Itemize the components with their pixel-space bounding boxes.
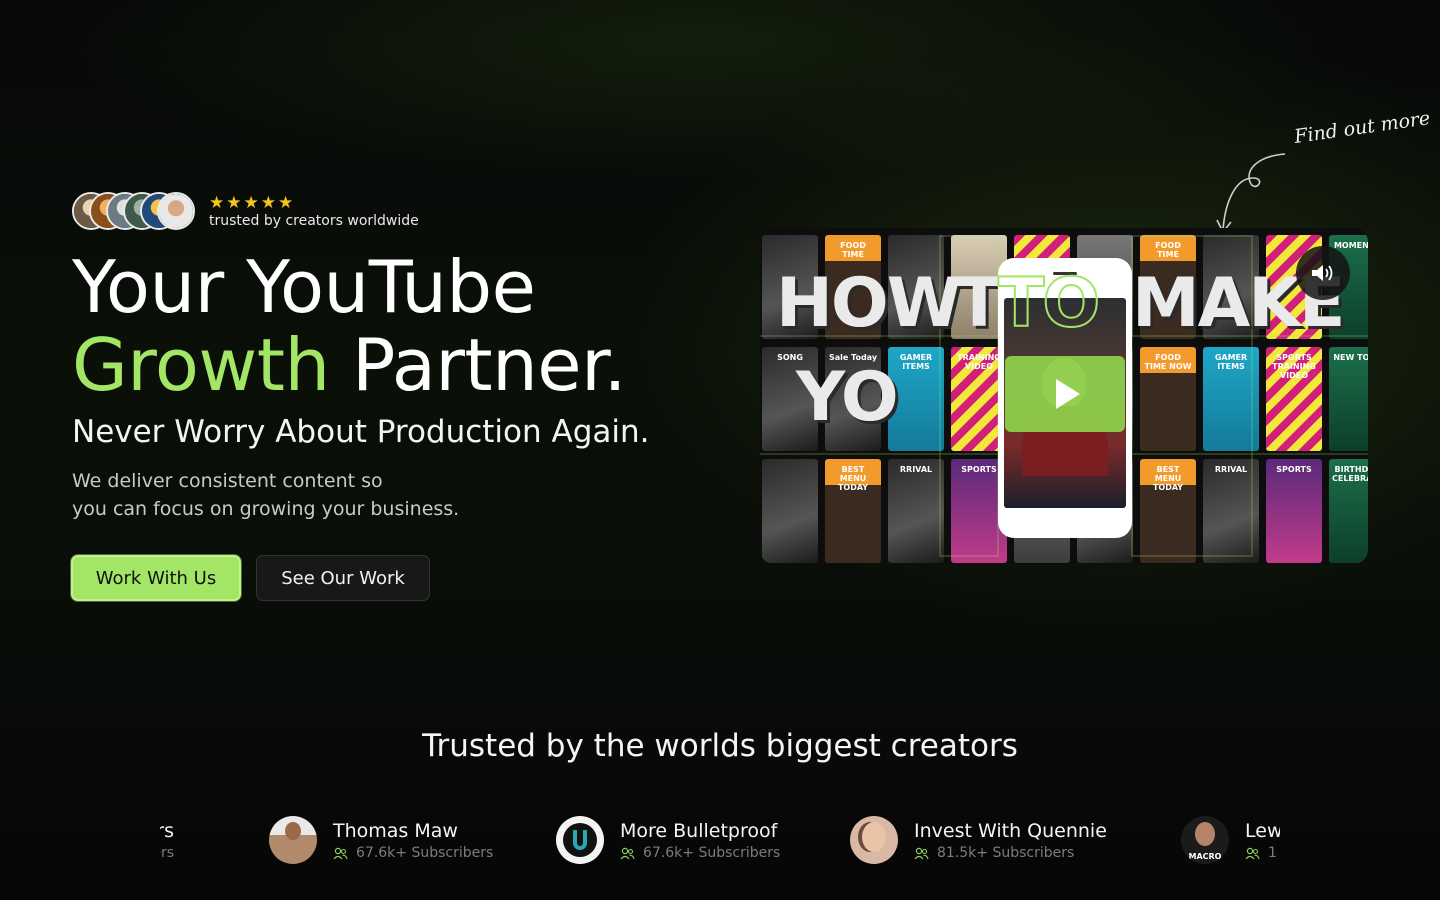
creator-card[interactable]: MACRO Lew 1 — [1181, 808, 1280, 872]
video-thumbnail-tile: GAMER ITEMS — [1203, 347, 1259, 451]
creator-name: Lew — [1245, 820, 1280, 842]
volume-button[interactable] — [1296, 246, 1350, 300]
creator-subscribers: 1 — [1245, 845, 1280, 861]
tile-label: RRIVAL — [1214, 465, 1248, 474]
creator-info: hers ers — [160, 819, 174, 861]
users-icon — [333, 847, 348, 859]
star-icon: ★ — [243, 192, 259, 213]
hero-subtitle: Never Worry About Production Again. — [72, 414, 650, 450]
macro-label: MACRO — [1188, 852, 1222, 861]
tile-label: FOOD TIME — [840, 241, 866, 259]
tile-label: NEW TOYS — [1333, 353, 1368, 362]
work-with-us-button[interactable]: Work With Us — [71, 555, 241, 601]
creator-avatar — [850, 816, 898, 864]
see-our-work-button[interactable]: See Our Work — [256, 555, 430, 601]
play-icon — [1056, 379, 1080, 409]
creator-name: hers — [160, 820, 174, 842]
star-icon: ★ — [226, 192, 242, 213]
creator-info: Lew 1 — [1245, 819, 1280, 861]
creator-avatar — [556, 816, 604, 864]
creator-avatar — [269, 816, 317, 864]
creator-avatar-stack — [72, 192, 195, 230]
creator-subscriber-count: 1 — [1268, 845, 1277, 861]
play-button[interactable] — [1005, 356, 1125, 432]
video-thumbnail-tile: BIRTHDAY CELEBRATION — [1329, 459, 1368, 563]
creator-subscribers: ers — [160, 845, 174, 861]
video-thumbnail-tile: NEW TOYS — [1329, 347, 1368, 451]
overlay-headline-to-outline: TO — [997, 264, 1101, 343]
tile-label: FOOD TIME — [1155, 241, 1181, 259]
tile-label: BEST MENU TODAY — [1152, 465, 1184, 492]
trust-row: ★ ★ ★ ★ ★ trusted by creators worldwide — [72, 192, 419, 230]
find-out-more-annotation[interactable]: Find out more — [1293, 107, 1432, 148]
tile-label: BEST MENU TODAY — [837, 465, 869, 492]
creator-avatar: MACRO — [1181, 816, 1229, 864]
creator-name: More Bulletproof — [620, 820, 778, 842]
creator-subscriber-count: 81.5k+ Subscribers — [937, 845, 1075, 861]
tile-label: GAMER ITEMS — [1214, 353, 1248, 371]
video-thumbnail-tile: SPORTS — [1266, 459, 1322, 563]
tile-label: TRAINING VIDEO — [957, 353, 1001, 371]
tile-label: MOMENTS — [1333, 241, 1368, 250]
creator-card[interactable]: Thomas Maw 67.6k+ Subscribers — [269, 808, 493, 872]
hero-title-accent: Growth — [72, 323, 330, 407]
showcase-video[interactable]: FOOD TIMEFOOD TIMEMOMENTSSONGSale TodayG… — [760, 228, 1368, 564]
creator-name: Thomas Maw — [333, 820, 458, 842]
curved-arrow-icon — [1216, 153, 1286, 234]
hero-body-line2: you can focus on growing your business. — [72, 498, 460, 520]
creator-info: Invest With Quennie 81.5k+ Subscribers — [914, 819, 1107, 861]
tile-label: FOOD TIME NOW — [1144, 353, 1192, 371]
hero-title-rest: Partner. — [329, 323, 626, 407]
page: ★ ★ ★ ★ ★ trusted by creators worldwide … — [0, 0, 1440, 900]
tile-label: SPORTS — [1276, 465, 1312, 474]
video-thumbnail-tile: BEST MENU TODAY — [825, 459, 881, 563]
users-icon — [620, 847, 635, 859]
rating-stars: ★ ★ ★ ★ ★ — [209, 194, 419, 212]
tile-label: BIRTHDAY CELEBRATION — [1332, 465, 1368, 483]
tile-label: SPORTS TRAINING VIDEO — [1272, 353, 1316, 380]
video-thumbnail-tile: FOOD TIME NOW — [1140, 347, 1196, 451]
trusted-section-title: Trusted by the worlds biggest creators — [422, 728, 1018, 764]
trust-text: ★ ★ ★ ★ ★ trusted by creators worldwide — [209, 194, 419, 229]
video-thumbnail-tile: BEST MENU TODAY — [1140, 459, 1196, 563]
creator-marquee: hers ers Thomas Maw 67.6k+ Subscribers — [160, 808, 1280, 878]
star-icon: ★ — [260, 192, 276, 213]
creator-subscribers: 67.6k+ Subscribers — [620, 845, 780, 861]
overlay-headline-how: HOW — [776, 264, 962, 343]
creator-subscriber-count: ers — [160, 845, 174, 861]
hero-body-line1: We deliver consistent content so — [72, 470, 383, 492]
video-thumbnail-tile: RRIVAL — [1203, 459, 1259, 563]
creator-subscriber-count: 67.6k+ Subscribers — [643, 845, 781, 861]
tile-label: GAMER ITEMS — [899, 353, 933, 371]
video-thumbnail-tile: RRIVAL — [888, 459, 944, 563]
users-icon — [914, 847, 929, 859]
creator-subscribers: 67.6k+ Subscribers — [333, 845, 493, 861]
creator-card[interactable]: hers ers — [160, 808, 174, 872]
creator-card[interactable]: Invest With Quennie 81.5k+ Subscribers — [850, 808, 1107, 872]
star-icon: ★ — [278, 192, 294, 213]
tile-label: RRIVAL — [899, 465, 933, 474]
video-thumbnail-tile: SPORTS TRAINING VIDEO — [1266, 347, 1322, 451]
hero-body: We deliver consistent content so you can… — [72, 467, 542, 523]
creator-card[interactable]: More Bulletproof 67.6k+ Subscribers — [556, 808, 780, 872]
users-icon — [1245, 847, 1260, 859]
volume-icon — [1312, 265, 1333, 281]
hero-title: Your YouTube Growth Partner. — [72, 248, 712, 404]
creator-name: Invest With Quennie — [914, 820, 1107, 842]
video-thumbnail-tile — [762, 459, 818, 563]
tile-label: SPORTS — [961, 465, 997, 474]
creator-subscribers: 81.5k+ Subscribers — [914, 845, 1107, 861]
trust-caption: trusted by creators worldwide — [209, 212, 419, 229]
creator-info: Thomas Maw 67.6k+ Subscribers — [333, 819, 493, 861]
star-icon: ★ — [209, 192, 225, 213]
overlay-headline-yo: YO — [796, 358, 899, 437]
creator-subscriber-count: 67.6k+ Subscribers — [356, 845, 494, 861]
creator-info: More Bulletproof 67.6k+ Subscribers — [620, 819, 780, 861]
hero-title-line1: Your YouTube — [72, 245, 536, 329]
avatar — [157, 192, 195, 230]
